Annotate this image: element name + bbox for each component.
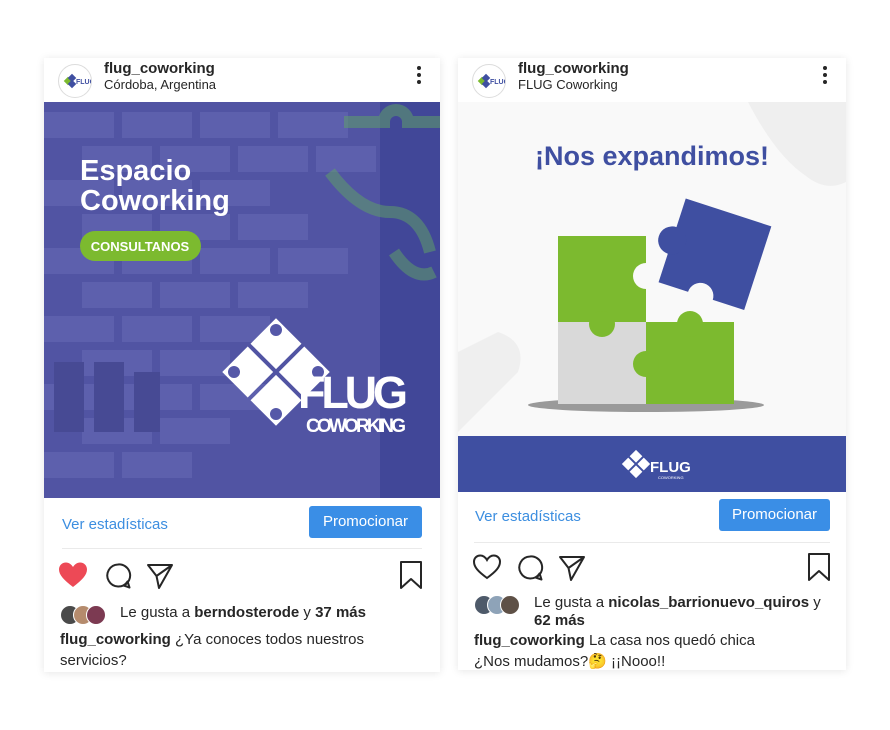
flug-logo-icon: FLUG	[63, 73, 96, 89]
comment-icon[interactable]	[104, 562, 132, 590]
heart-icon[interactable]	[472, 553, 502, 581]
share-icon[interactable]	[558, 554, 586, 582]
liker-avatars[interactable]	[60, 604, 116, 625]
caption-line2: ¿Nos mudamos?🤔 ¡¡Nooo!!	[474, 653, 666, 670]
heart-liked-icon[interactable]	[58, 561, 88, 589]
logo-word: FLUG	[298, 367, 408, 418]
insights-row: Ver estadísticas Promocionar	[44, 502, 440, 552]
likes-username[interactable]: berndosterode	[194, 604, 299, 621]
coworking-banner: Espacio Coworking CONSULTANOS FLUG COWOR…	[44, 102, 440, 498]
post-location[interactable]: FLUG Coworking	[518, 77, 618, 92]
likes-more[interactable]: 62 más	[534, 612, 585, 629]
likes-more[interactable]: 37 más	[315, 604, 366, 621]
comment-icon[interactable]	[516, 554, 544, 582]
liker-avatar	[86, 605, 106, 625]
promote-button[interactable]: Promocionar	[719, 499, 830, 531]
band-logo-sub: COWORKING	[658, 475, 684, 480]
cta-label: CONSULTANOS	[91, 239, 190, 254]
puzzle-piece-green-top	[558, 236, 659, 337]
likes-prefix: Le gusta a	[120, 604, 191, 621]
svg-text:FLUG: FLUG	[76, 79, 91, 86]
more-options-icon[interactable]	[416, 66, 422, 86]
likes-joiner: y	[303, 604, 311, 621]
avatar[interactable]: FLUG	[58, 64, 96, 98]
post-image[interactable]: ¡Nos expandimos! FLUG COWORKING	[458, 102, 846, 492]
logo-sub: COWORKING	[306, 416, 406, 437]
svg-text:FLUG: FLUG	[490, 79, 505, 86]
banner-headline-line1: Espacio	[80, 155, 191, 187]
divider	[62, 548, 422, 549]
likes-joiner: y	[813, 594, 821, 611]
liker-avatar	[500, 595, 520, 615]
caption-username[interactable]: flug_coworking	[60, 631, 171, 648]
post-image[interactable]: Espacio Coworking CONSULTANOS FLUG COWOR…	[44, 102, 440, 498]
more-options-icon[interactable]	[822, 66, 828, 86]
caption-username[interactable]: flug_coworking	[474, 632, 585, 649]
band-logo-word: FLUG	[650, 459, 691, 476]
likes-line: Le gusta a nicolas_barrionuevo_quiros y …	[474, 594, 830, 630]
divider	[474, 542, 830, 543]
action-bar	[44, 558, 440, 592]
caption: flug_coworking La casa nos quedó chica ¿…	[474, 630, 830, 670]
likes-username[interactable]: nicolas_barrionuevo_quiros	[608, 594, 809, 611]
puzzle-piece-green-bottom	[633, 311, 734, 404]
view-stats-link[interactable]: Ver estadísticas	[475, 508, 581, 525]
instagram-post-1: FLUG flug_coworking Córdoba, Argentina	[44, 58, 440, 672]
caption-text: La casa nos quedó chica	[589, 632, 755, 649]
post-header: FLUG flug_coworking FLUG Coworking	[458, 58, 846, 102]
likes-line: Le gusta a berndosterode y 37 más	[60, 604, 424, 625]
avatar[interactable]: FLUG	[472, 64, 510, 98]
liker-avatars[interactable]	[474, 594, 530, 615]
banner-headline: ¡Nos expandimos!	[535, 141, 769, 171]
insights-row: Ver estadísticas Promocionar	[458, 494, 846, 544]
caption: flug_coworking ¿Ya conoces todos nuestro…	[60, 629, 424, 671]
instagram-post-2: FLUG flug_coworking FLUG Coworking ¡Nos …	[458, 58, 846, 670]
share-icon[interactable]	[146, 562, 174, 590]
save-bookmark-icon[interactable]	[806, 552, 832, 582]
promote-button[interactable]: Promocionar	[309, 506, 422, 538]
post-username[interactable]: flug_coworking	[104, 60, 215, 77]
likes-prefix: Le gusta a	[534, 594, 605, 611]
banner-headline-line2: Coworking	[80, 185, 230, 217]
post-header: FLUG flug_coworking Córdoba, Argentina	[44, 58, 440, 102]
flug-logo-icon: FLUG	[477, 73, 510, 89]
view-stats-link[interactable]: Ver estadísticas	[62, 516, 168, 533]
post-username[interactable]: flug_coworking	[518, 60, 629, 77]
post-location[interactable]: Córdoba, Argentina	[104, 77, 216, 92]
expansion-banner: ¡Nos expandimos! FLUG COWORKING	[458, 102, 846, 492]
action-bar	[458, 550, 846, 584]
save-bookmark-icon[interactable]	[398, 560, 424, 590]
